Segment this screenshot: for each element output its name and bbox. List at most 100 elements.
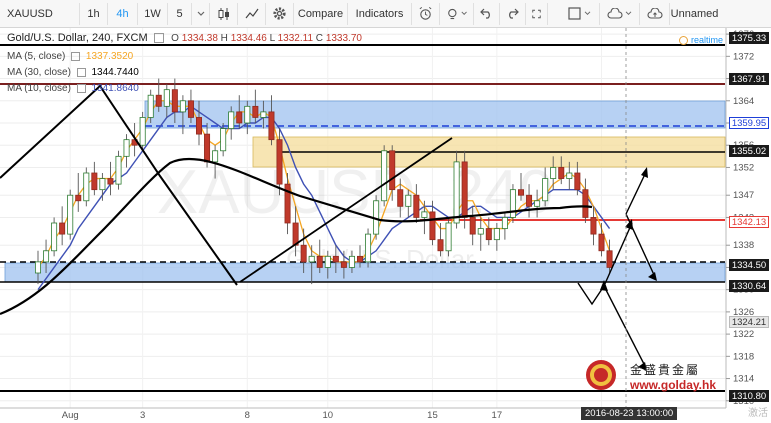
interval-dropdown[interactable]: [192, 2, 210, 25]
ma5-legend[interactable]: MA (5, close) 1337.3520: [7, 51, 133, 62]
redo-button[interactable]: [500, 2, 526, 25]
candle-body: [252, 105, 259, 118]
candle-body: [405, 194, 412, 207]
candle-body: [526, 194, 533, 207]
candle-body: [276, 139, 283, 185]
ohlc-c-label: C: [315, 33, 324, 44]
indicators-label: Indicators: [355, 7, 404, 20]
layout-name[interactable]: Unnamed: [670, 3, 719, 25]
symbol-search[interactable]: XAUUSD: [0, 2, 80, 25]
cloud-icon: [607, 7, 623, 19]
fullscreen-button[interactable]: [526, 2, 548, 25]
alert-button[interactable]: [412, 2, 440, 25]
ma5-options-icon[interactable]: [71, 51, 81, 61]
redo-icon: [509, 8, 519, 19]
candle-body: [477, 228, 484, 235]
candle-body: [501, 217, 508, 229]
candle-body: [518, 189, 525, 196]
series-options-icon[interactable]: [154, 33, 165, 44]
time-axis[interactable]: Aug3810151722: [62, 410, 607, 421]
candle-body: [155, 94, 162, 107]
candle-body: [413, 194, 420, 218]
realtime-dot-icon: [678, 35, 688, 45]
candle-body: [67, 194, 74, 235]
interval-1w[interactable]: 1W: [138, 2, 168, 25]
layout-button[interactable]: [560, 2, 600, 25]
candle-body: [163, 89, 170, 107]
ma30-legend[interactable]: MA (30, close) 1344.7440: [7, 67, 139, 78]
realtime-label: realtime: [690, 35, 723, 45]
candle-body: [147, 94, 154, 118]
x-tick-label: 10: [323, 410, 334, 421]
golday-logo: 金盛貴金屬 www.golday.hk: [586, 360, 716, 392]
replay-button[interactable]: [440, 2, 474, 25]
candle-body: [292, 222, 299, 246]
blue-zone-bottom: [4, 262, 726, 283]
candle-body: [195, 117, 202, 135]
chart-legend-title: Gold/U.S. Dollar, 240, FXCM O 1334.38 H …: [7, 32, 362, 44]
candle-body: [123, 139, 130, 157]
candle-body: [598, 233, 605, 252]
ma10-legend[interactable]: MA (10, close) 1341.8640: [7, 83, 139, 94]
compare-label: Compare: [297, 7, 344, 20]
y-tick-label: 1338: [733, 240, 754, 251]
ma10-label: MA (10, close): [7, 83, 71, 94]
compare-button[interactable]: Compare: [294, 2, 348, 25]
candle-body: [485, 228, 492, 241]
candle-body: [179, 100, 186, 113]
load-layout-button[interactable]: [600, 2, 640, 25]
x-tick-label: 17: [492, 410, 503, 421]
series-title[interactable]: Gold/U.S. Dollar, 240, FXCM: [7, 32, 148, 44]
candle-body: [429, 211, 436, 241]
settings-button[interactable]: [266, 2, 294, 25]
candle-body: [139, 117, 146, 146]
candle-body: [534, 200, 541, 207]
interval-4h[interactable]: 4h: [108, 2, 138, 25]
ma30-label: MA (30, close): [7, 67, 71, 78]
square-icon: [568, 7, 581, 20]
price-label: 1367.91: [729, 73, 769, 86]
interval-1h[interactable]: 1h: [80, 2, 108, 25]
ohlc-open: 1334.38: [181, 33, 218, 44]
alarm-clock-icon: [419, 7, 432, 20]
ma10-value: 1341.8640: [91, 83, 139, 94]
ohlc-o-label: O: [171, 33, 179, 44]
candle-body: [99, 178, 106, 191]
price-label: 1330.64: [729, 280, 769, 293]
ma30-options-icon[interactable]: [76, 67, 86, 77]
candle-body: [558, 167, 565, 179]
y-tick-label: 1364: [733, 96, 754, 107]
candle-body: [204, 133, 211, 163]
ohlc-h-label: H: [220, 33, 228, 44]
chart-style-button[interactable]: [210, 2, 238, 25]
candle-body: [187, 100, 194, 118]
price-label: 1355.02: [729, 144, 769, 157]
interval-4h-label: 4h: [116, 7, 129, 20]
candle-body: [542, 178, 549, 202]
candle-body: [550, 167, 557, 179]
candle-body: [365, 233, 372, 263]
chevron-down-icon: [625, 11, 632, 16]
x-tick-label: 3: [140, 410, 145, 421]
candle-body: [356, 255, 363, 263]
ma10-options-icon[interactable]: [76, 83, 86, 93]
fullscreen-icon: [532, 9, 541, 18]
ohlc-low: 1332.11: [277, 33, 314, 44]
candle-body: [43, 250, 50, 263]
indicators-button[interactable]: Indicators: [348, 2, 412, 25]
price-label: 1359.95: [729, 117, 769, 130]
interval-custom[interactable]: 5: [168, 2, 192, 25]
candles-icon: [218, 7, 229, 20]
chart-area[interactable]: XAUUSD, 240 Gold/U.S. Dollar 1372 1364 1…: [0, 28, 771, 423]
save-layout-button[interactable]: [640, 2, 670, 25]
candle-body: [461, 161, 468, 218]
undo-button[interactable]: [474, 2, 500, 25]
candle-body: [566, 172, 573, 179]
candle-body: [35, 261, 42, 274]
candle-body: [260, 111, 267, 118]
candle-body: [316, 255, 323, 268]
undo-icon: [480, 8, 490, 19]
interval-custom-label: 5: [176, 7, 183, 20]
top-toolbar: XAUUSD 1h 4h 1W 5 Compare Indicators Unn…: [0, 0, 771, 28]
add-indicator-button[interactable]: [238, 2, 266, 25]
